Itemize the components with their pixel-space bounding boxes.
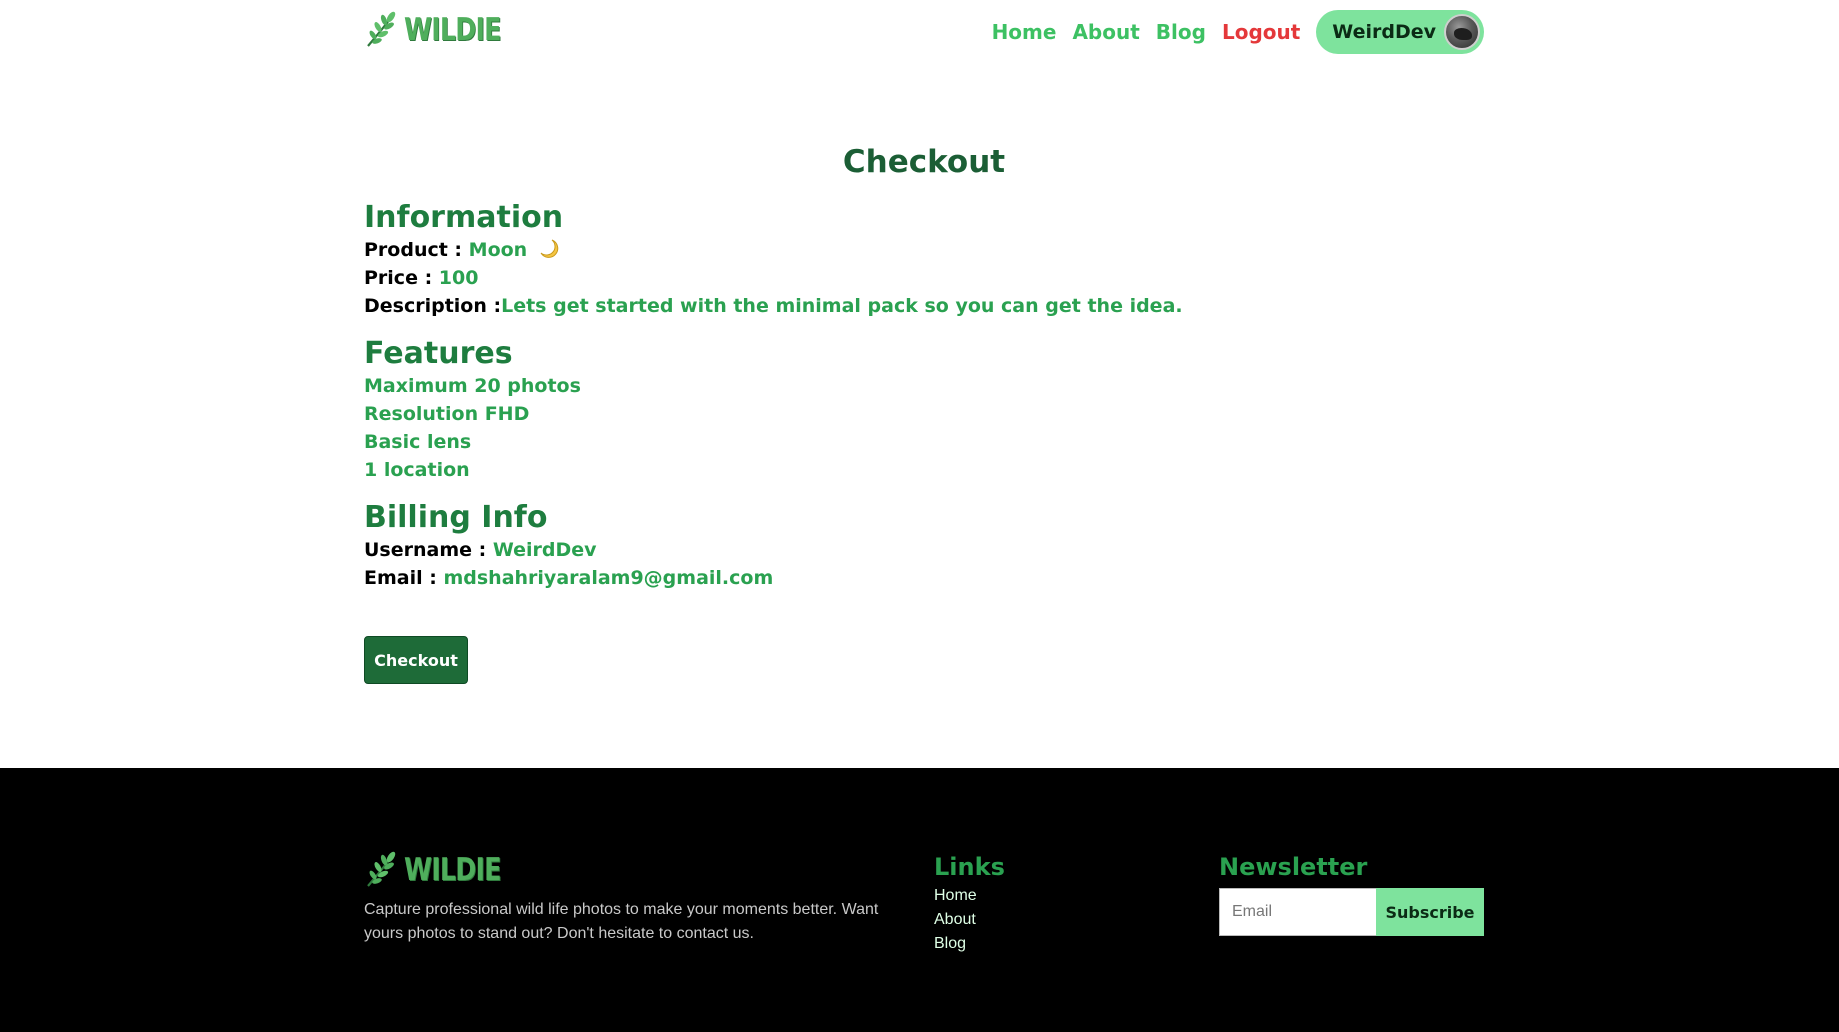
description-label: Description : xyxy=(364,295,502,317)
footer-link-blog[interactable]: Blog xyxy=(934,932,1005,956)
nav-logout[interactable]: Logout xyxy=(1222,20,1300,44)
subscribe-button[interactable]: Subscribe xyxy=(1376,888,1484,936)
page-title: Checkout xyxy=(842,144,1006,180)
nav-blog[interactable]: Blog xyxy=(1156,20,1206,44)
product-label: Product : xyxy=(364,239,463,261)
price-row: Price : 100 xyxy=(364,264,1484,292)
leaf-branch-icon xyxy=(367,851,396,887)
site-header: WILDIE Home About Blog Logout WeirdDev xyxy=(364,0,1484,64)
footer-logo-text: WILDIE xyxy=(404,852,502,888)
nav-about[interactable]: About xyxy=(1072,20,1139,44)
information-block: Information Product : Moon Price : 100 D… xyxy=(364,200,1484,320)
information-heading: Information xyxy=(364,200,564,235)
description-row: Description :Lets get started with the m… xyxy=(364,292,1484,320)
email-label: Email : xyxy=(364,567,437,589)
price-label: Price : xyxy=(364,267,433,289)
features-heading: Features xyxy=(364,336,513,371)
crescent-moon-icon xyxy=(540,239,559,258)
billing-heading: Billing Info xyxy=(364,500,548,535)
user-profile-button[interactable]: WeirdDev xyxy=(1316,10,1484,54)
checkout-section: Checkout Information Product : Moon Pric… xyxy=(364,140,1484,684)
newsletter-email-input[interactable] xyxy=(1219,888,1376,936)
logo-text: WILDIE xyxy=(404,12,502,48)
product-value: Moon xyxy=(468,239,528,261)
username-label: Username : xyxy=(364,539,487,561)
newsletter-heading: Newsletter xyxy=(1219,853,1368,881)
main-nav: Home About Blog Logout WeirdDev xyxy=(976,10,1484,54)
footer-links-heading: Links xyxy=(934,853,1005,881)
feature-item: Basic lens xyxy=(364,431,472,453)
billing-block: Billing Info Username : WeirdDev Email :… xyxy=(364,500,1484,592)
leaf-branch-icon xyxy=(367,11,396,47)
logo[interactable]: WILDIE xyxy=(364,10,522,50)
feature-item: Resolution FHD xyxy=(364,403,530,425)
footer-link-home[interactable]: Home xyxy=(934,884,1005,908)
footer-link-about[interactable]: About xyxy=(934,908,1005,932)
price-value: 100 xyxy=(438,267,479,289)
email-value: mdshahriyaralam9@gmail.com xyxy=(443,567,774,589)
description-value: Lets get started with the minimal pack s… xyxy=(501,295,1183,317)
newsletter-form: Subscribe xyxy=(1219,888,1484,936)
footer-logo[interactable]: WILDIE xyxy=(364,850,522,890)
newsletter: Newsletter Subscribe xyxy=(1219,850,1484,936)
nav-home[interactable]: Home xyxy=(992,20,1057,44)
footer-links: Links Home About Blog xyxy=(934,850,1005,956)
user-name: WeirdDev xyxy=(1332,21,1436,43)
footer-description: Capture professional wild life photos to… xyxy=(364,901,879,942)
feature-item: 1 location xyxy=(364,459,470,481)
username-row: Username : WeirdDev xyxy=(364,536,1484,564)
checkout-button[interactable]: Checkout xyxy=(364,636,468,684)
product-row: Product : Moon xyxy=(364,236,1484,264)
site-footer: WILDIE Capture professional wild life ph… xyxy=(0,768,1839,1032)
features-block: Features Maximum 20 photos Resolution FH… xyxy=(364,336,1484,484)
feature-item: Maximum 20 photos xyxy=(364,375,581,397)
avatar xyxy=(1444,14,1480,50)
email-row: Email : mdshahriyaralam9@gmail.com xyxy=(364,564,1484,592)
username-value: WeirdDev xyxy=(492,539,597,561)
